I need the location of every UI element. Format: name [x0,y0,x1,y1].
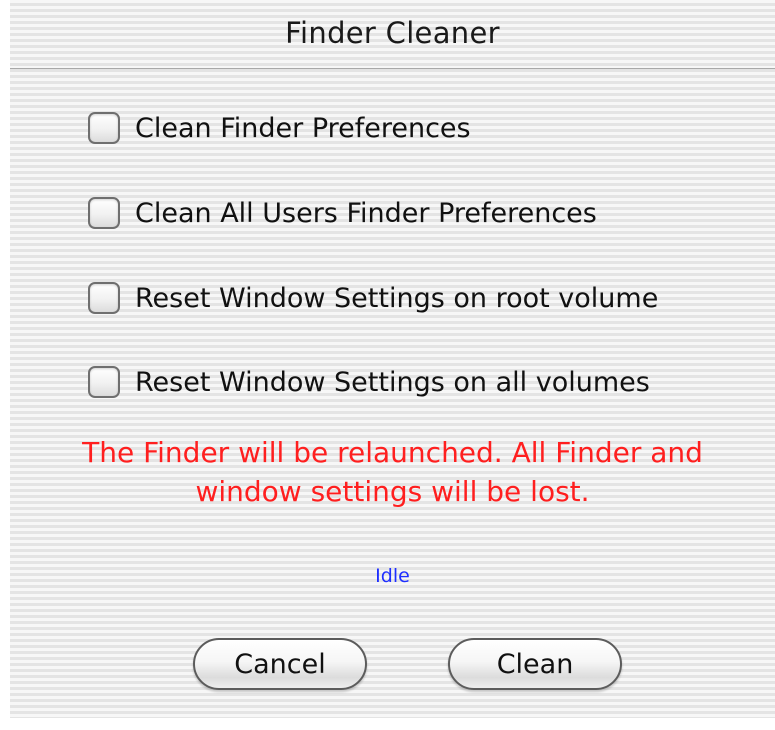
warning-message: The Finder will be relaunched. All Finde… [10,433,775,511]
status-text: Idle [375,565,410,587]
option-label: Clean Finder Preferences [135,112,471,144]
clean-button[interactable]: Clean [448,638,622,690]
warning-line-2: window settings will be lost. [195,475,590,508]
checkbox-clean-finder-preferences[interactable] [88,112,120,144]
option-label: Reset Window Settings on all volumes [135,366,650,398]
checkbox-reset-window-settings-root[interactable] [88,282,120,314]
window-title: Finder Cleaner [285,16,500,50]
option-label: Clean All Users Finder Preferences [135,197,597,229]
option-clean-finder-preferences[interactable]: Clean Finder Preferences [88,108,471,148]
option-label: Reset Window Settings on root volume [135,282,659,314]
warning-line-1: The Finder will be relaunched. All Finde… [82,436,703,469]
checkbox-reset-window-settings-all[interactable] [88,366,120,398]
cancel-button[interactable]: Cancel [193,638,367,690]
title-bar[interactable]: Finder Cleaner [10,0,775,69]
checkbox-clean-all-users-finder-preferences[interactable] [88,197,120,229]
option-reset-window-settings-root[interactable]: Reset Window Settings on root volume [88,278,658,318]
option-clean-all-users-finder-preferences[interactable]: Clean All Users Finder Preferences [88,193,597,233]
option-reset-window-settings-all[interactable]: Reset Window Settings on all volumes [88,362,650,402]
finder-cleaner-window: Finder Cleaner Clean Finder Preferences … [10,0,775,718]
